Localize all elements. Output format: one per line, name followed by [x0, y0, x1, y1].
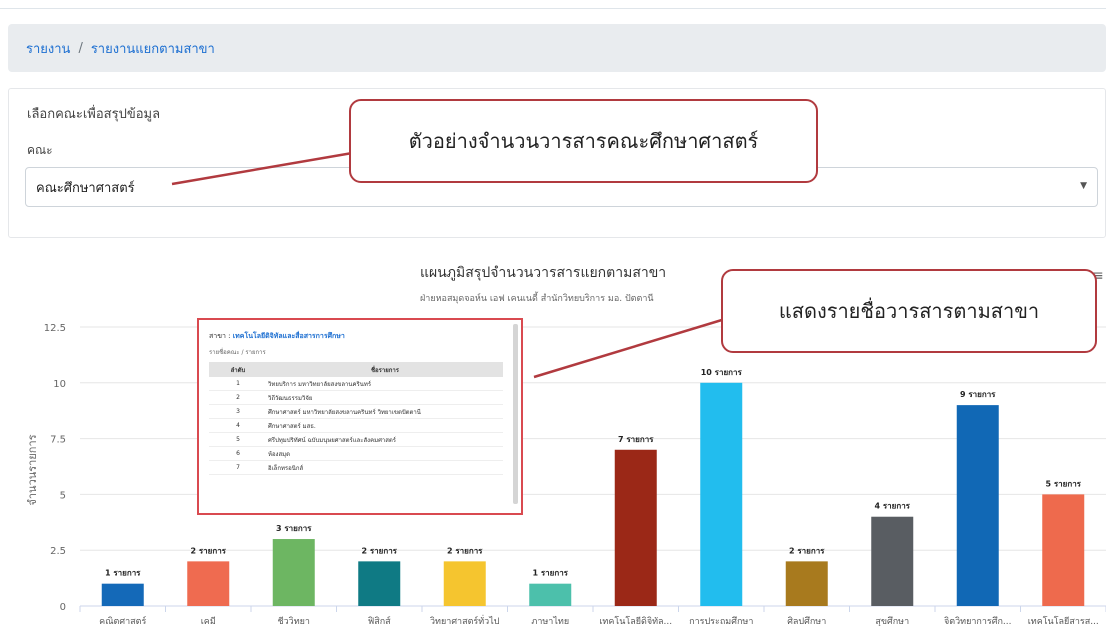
row-journal-name: ศึกษาศาสตร์ มสธ. — [267, 418, 503, 433]
table-row: 1 วิทยบริการ มหาวิทยาลัยสงขลานครินทร์ — [209, 377, 503, 391]
data-label: 4 รายการ — [875, 502, 911, 511]
column-header-no: ลำดับ — [209, 362, 267, 377]
bar[interactable] — [785, 561, 828, 606]
row-journal-name: ห้องสมุด — [267, 446, 503, 461]
bar[interactable] — [187, 561, 230, 606]
x-tick-label: วิทยาศาสตร์ทั่วไป — [430, 614, 500, 626]
callout-pointer-faculty — [171, 149, 365, 186]
table-row: 2 วิถีวัฒนธรรมวิจัย — [209, 390, 503, 405]
row-number: 3 — [209, 404, 267, 419]
y-axis-title: จำนวนรายการ — [26, 434, 39, 505]
bar[interactable] — [871, 516, 914, 606]
table-row: 5 ศรีปทุมปริทัศน์ ฉบับมนุษยศาสตร์และสังคม… — [209, 432, 503, 447]
data-label: 3 รายการ — [276, 524, 312, 533]
data-label: 10 รายการ — [701, 368, 743, 377]
data-label: 5 รายการ — [1046, 479, 1082, 488]
x-tick-label: การประถมศึกษา — [689, 616, 753, 626]
bar[interactable] — [358, 561, 401, 606]
journal-list-popup: สาขา : เทคโนโลยีดิจิทัลและสื่อสารการศึกษ… — [197, 318, 523, 515]
x-tick-label: เคมี — [201, 616, 216, 626]
y-tick-label: 0 — [60, 602, 66, 613]
x-tick-label: ภาษาไทย — [531, 616, 569, 626]
bar[interactable] — [101, 583, 144, 606]
column-header-name: ชื่อรายการ — [267, 362, 503, 377]
popup-breadcrumb: รายชื่อคณะ / รายการ — [209, 349, 266, 356]
data-label: 7 รายการ — [618, 435, 654, 444]
row-number: 4 — [209, 418, 267, 433]
table-row: 7 อิเล็กทรอนิกส์ — [209, 460, 503, 475]
bar[interactable] — [272, 539, 315, 606]
x-tick-label: จิตวิทยาการศึก... — [944, 616, 1012, 626]
table-row: 4 ศึกษาศาสตร์ มสธ. — [209, 418, 503, 433]
bar[interactable] — [956, 405, 999, 606]
row-number: 2 — [209, 390, 267, 405]
bar[interactable] — [529, 583, 572, 606]
journal-table: ลำดับ ชื่อรายการ 1 วิทยบริการ มหาวิทยาลัย… — [209, 362, 503, 475]
data-label: 2 รายการ — [447, 546, 483, 555]
x-tick-label: เทคโนโลยีสารส... — [1028, 616, 1099, 626]
y-tick-label: 10 — [53, 379, 66, 390]
popup-branch-heading: สาขา : เทคโนโลยีดิจิทัลและสื่อสารการศึกษ… — [209, 331, 345, 342]
table-row: 3 ศึกษาศาสตร์ มหาวิทยาลัยสงขลานครินทร์ วิ… — [209, 404, 503, 419]
row-number: 1 — [209, 377, 267, 391]
y-tick-label: 2.5 — [50, 546, 66, 557]
data-label: 9 รายการ — [960, 390, 996, 399]
data-label: 2 รายการ — [362, 546, 398, 555]
y-tick-label: 5 — [60, 490, 66, 501]
data-label: 1 รายการ — [533, 569, 569, 578]
data-label: 2 รายการ — [789, 546, 825, 555]
row-journal-name: ศึกษาศาสตร์ มหาวิทยาลัยสงขลานครินทร์ วิท… — [267, 404, 503, 419]
row-journal-name: ศรีปทุมปริทัศน์ ฉบับมนุษยศาสตร์และสังคมศ… — [267, 432, 503, 447]
row-number: 6 — [209, 446, 267, 461]
callout-journal-list: แสดงรายชื่อวารสารตามสาขา — [721, 269, 1097, 353]
popup-branch-label: สาขา : — [209, 332, 231, 340]
row-number: 5 — [209, 432, 267, 447]
x-tick-label: ฟิสิกส์ — [368, 615, 391, 626]
x-tick-label: เทคโนโลยีดิจิทัล... — [599, 616, 672, 626]
x-tick-label: คณิตศาสตร์ — [99, 615, 146, 626]
row-journal-name: อิเล็กทรอนิกส์ — [267, 460, 503, 475]
data-label: 2 รายการ — [191, 546, 227, 555]
y-tick-label: 7.5 — [50, 435, 66, 446]
x-tick-label: ชีววิทยา — [278, 616, 310, 626]
bar[interactable] — [614, 449, 657, 606]
row-journal-name: วิทยบริการ มหาวิทยาลัยสงขลานครินทร์ — [267, 377, 503, 391]
row-journal-name: วิถีวัฒนธรรมวิจัย — [267, 390, 503, 405]
popup-branch-link[interactable]: เทคโนโลยีดิจิทัลและสื่อสารการศึกษา — [233, 332, 345, 340]
callout-faculty-example: ตัวอย่างจำนวนวารสารคณะศึกษาศาสตร์ — [349, 99, 818, 183]
x-tick-label: สุขศึกษา — [875, 616, 909, 626]
bar[interactable] — [1042, 494, 1085, 606]
bar[interactable] — [700, 382, 743, 606]
bar[interactable] — [443, 561, 486, 606]
popup-scrollbar[interactable] — [513, 324, 518, 504]
y-tick-label: 12.5 — [44, 323, 66, 334]
data-label: 1 รายการ — [105, 569, 141, 578]
row-number: 7 — [209, 460, 267, 475]
x-tick-label: ศิลปศึกษา — [787, 616, 826, 626]
table-row: 6 ห้องสมุด — [209, 446, 503, 461]
